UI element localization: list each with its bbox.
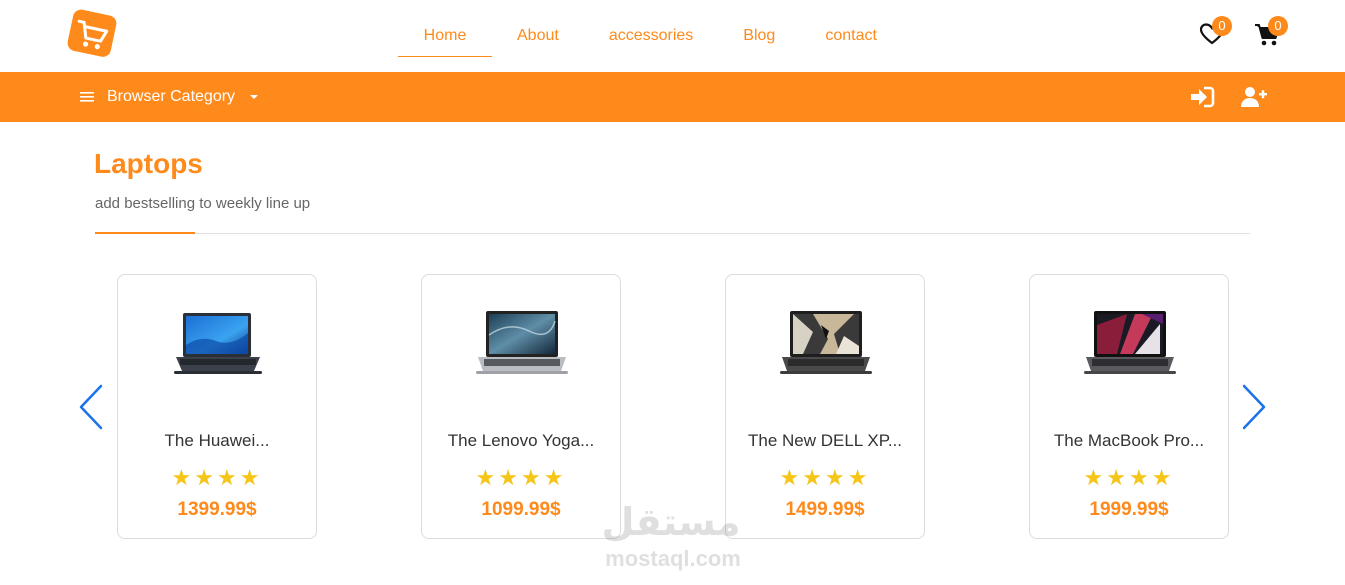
product-card[interactable]: The Huawei... ★★★★ 1399.99$ [117,274,317,539]
section-subtitle: add bestselling to weekly line up [95,195,311,212]
sign-in-icon[interactable] [1189,85,1215,109]
bars-icon [80,92,94,102]
main-nav: Home About accessories Blog contact [398,15,877,57]
browse-category-label: Browser Category [107,88,236,105]
wishlist-count-badge: 0 [1212,16,1232,36]
product-card[interactable]: The Lenovo Yoga... ★★★★ 1099.99$ [421,274,621,539]
shopping-cart-logo[interactable] [64,8,118,58]
section-divider [95,233,1250,234]
carousel-prev-arrow-icon[interactable] [78,384,104,430]
top-header: Home About accessories Blog contact 0 0 [0,0,1345,72]
product-price: 1399.99$ [177,499,257,520]
product-name: The MacBook Pro... [1053,431,1205,450]
watermark-arabic-text: مستقل [601,500,741,544]
user-plus-icon[interactable] [1241,85,1267,109]
nav-accessories[interactable]: accessories [609,15,693,57]
cart-button[interactable]: 0 [1254,16,1288,48]
nav-contact[interactable]: contact [825,15,877,57]
nav-blog[interactable]: Blog [743,15,775,57]
product-price: 1099.99$ [481,499,561,520]
section-title: Laptops [94,148,203,179]
product-name: The Huawei... [164,431,270,450]
mostaql-watermark: مستقل mostaql.com [596,500,756,580]
caret-down-icon [250,95,259,99]
rating-stars: ★★★★ [779,465,871,490]
nav-home[interactable]: Home [398,15,492,57]
laptop-image [174,313,262,374]
rating-stars: ★★★★ [475,465,567,490]
rating-stars: ★★★★ [1083,465,1175,490]
browse-category-dropdown[interactable]: Browser Category [80,85,259,109]
product-card[interactable]: The MacBook Pro... ★★★★ 1999.99$ [1029,274,1229,539]
section-divider-accent [95,232,195,234]
laptop-image [1084,311,1176,374]
nav-about[interactable]: About [517,15,559,57]
product-price: 1999.99$ [1089,499,1169,520]
watermark-latin-text: mostaql.com [605,546,741,571]
laptop-image [780,311,872,374]
product-name: The New DELL XP... [747,431,903,450]
laptop-image [476,311,568,374]
category-bar: Browser Category [0,72,1345,122]
rating-stars: ★★★★ [171,465,263,490]
carousel-next-arrow-icon[interactable] [1241,384,1267,430]
product-name: The Lenovo Yoga... [447,431,595,450]
cart-count-badge: 0 [1268,16,1288,36]
wishlist-button[interactable]: 0 [1198,16,1232,48]
